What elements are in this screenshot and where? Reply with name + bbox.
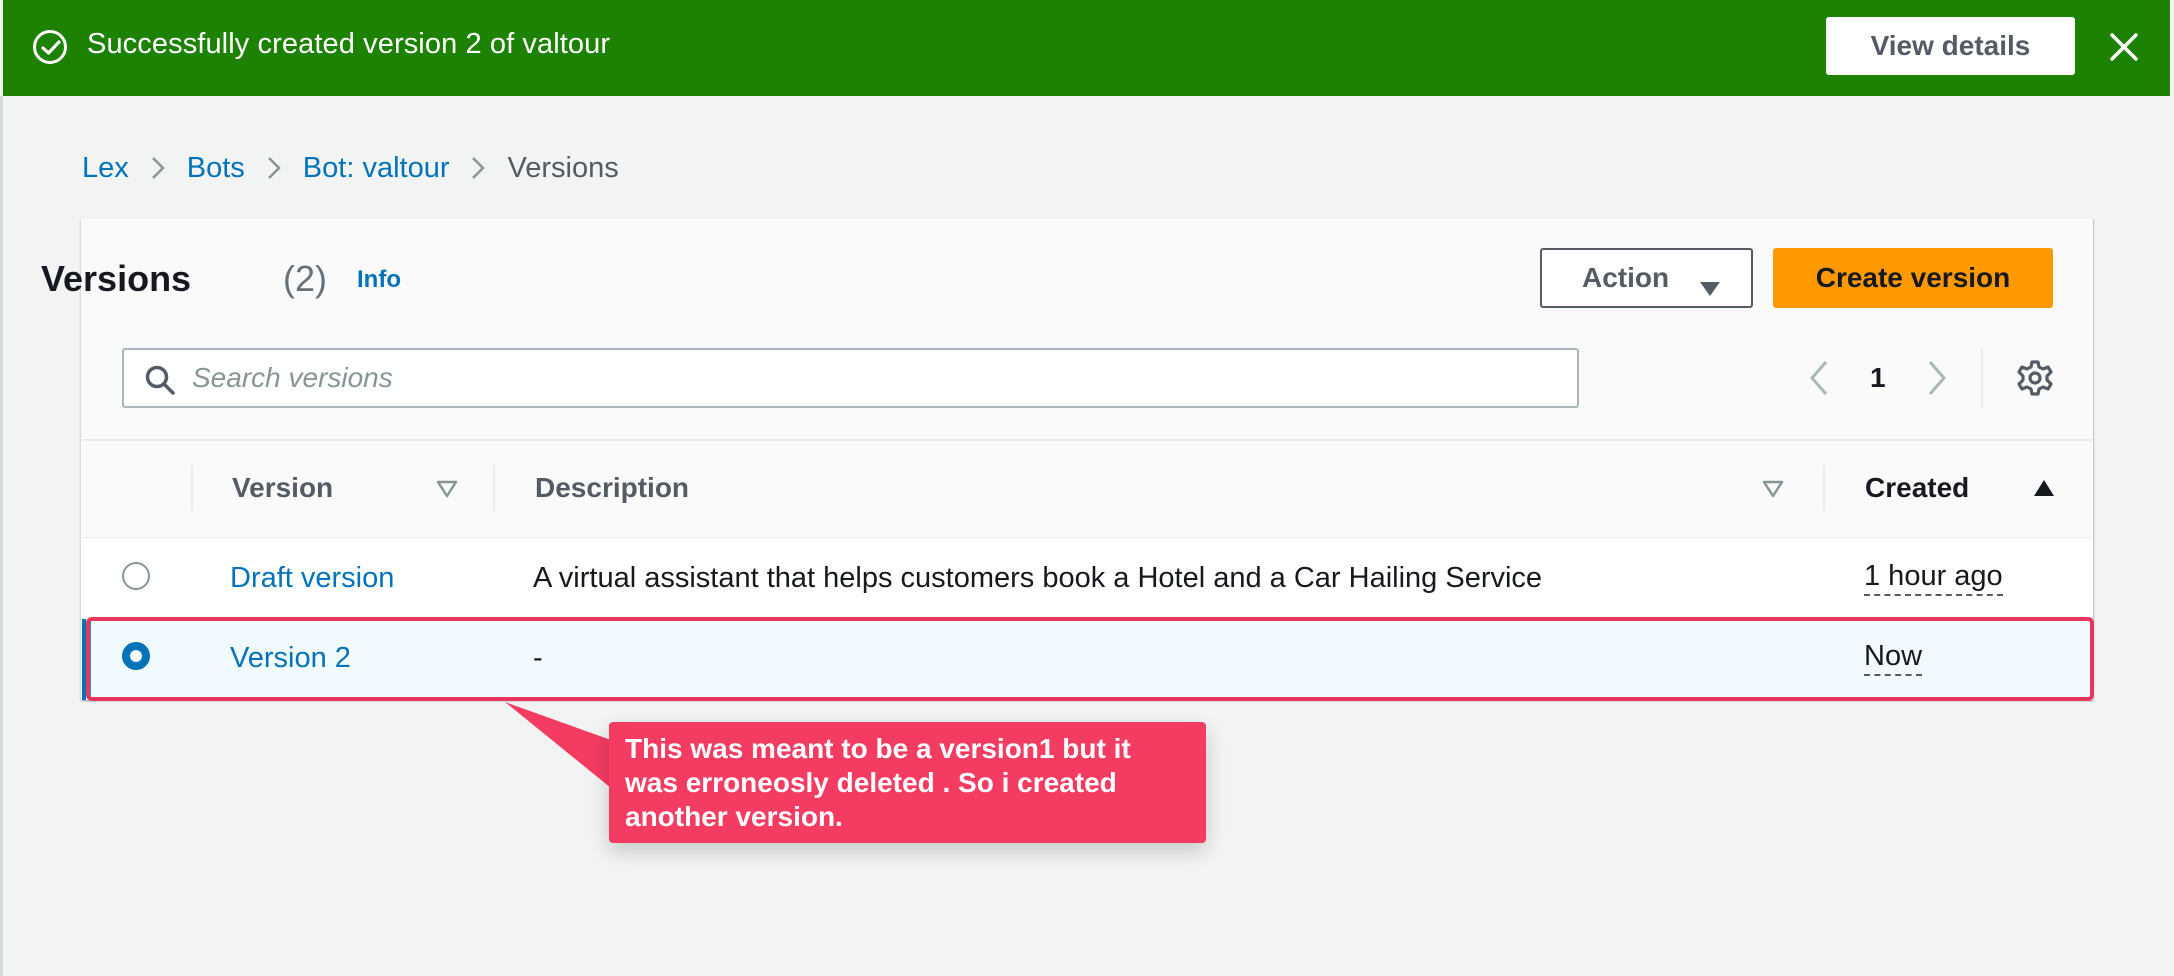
created-time: 1 hour ago [1864,560,2003,596]
breadcrumb-bots-link[interactable]: Bots [187,152,245,185]
annotation-callout: This was meant to be a version1 but it w… [609,722,1206,843]
search-input[interactable] [192,350,1562,406]
action-dropdown-button[interactable]: Action [1540,248,1753,308]
page-title: Versions [41,258,192,299]
action-label: Action [1582,262,1670,293]
row-select-radio[interactable] [122,562,150,590]
create-version-button[interactable]: Create version [1773,248,2053,308]
breadcrumb-lex-link[interactable]: Lex [82,152,129,185]
chevron-right-icon [471,156,486,180]
flash-message: Successfully created version 2 of valtou… [87,28,611,60]
sort-down-icon[interactable] [1762,480,1784,503]
callout-arrow-icon [505,702,611,788]
chevron-right-icon [267,156,281,180]
info-link[interactable]: Info [357,266,401,294]
caret-down-icon [1699,272,1721,304]
breadcrumb-current: Versions [507,151,619,184]
success-flash-banner: Successfully created version 2 of valtou… [3,0,2170,96]
sort-up-icon[interactable] [2033,479,2055,502]
description-cell: A virtual assistant that helps customers… [533,562,1543,594]
search-box [122,348,1579,408]
version-link[interactable]: Draft version [230,562,394,595]
current-page-number[interactable]: 1 [1870,362,1886,394]
column-header-description[interactable]: Description [535,472,689,504]
pager-divider [1981,348,1983,408]
page-edge [0,96,3,976]
success-check-icon [33,30,67,64]
view-details-button[interactable]: View details [1826,17,2075,75]
column-divider [493,465,495,511]
breadcrumb: Lex Bots Bot: valtour Versions [82,148,619,188]
column-divider [191,465,193,511]
breadcrumb-bot-link[interactable]: Bot: valtour [303,152,450,185]
versions-count: (2) [283,258,327,299]
annotation-highlight-box [86,617,2094,701]
search-icon [144,364,176,401]
next-page-icon[interactable] [1926,358,1948,403]
previous-page-icon[interactable] [1808,358,1830,403]
gear-icon[interactable] [2016,359,2054,402]
column-header-version[interactable]: Version [232,472,333,504]
close-icon[interactable] [2105,28,2143,66]
sort-down-icon[interactable] [436,480,458,503]
column-divider [1823,465,1825,511]
chevron-right-icon [151,156,165,180]
column-header-created[interactable]: Created [1865,472,1969,504]
table-header-row [82,440,2092,538]
